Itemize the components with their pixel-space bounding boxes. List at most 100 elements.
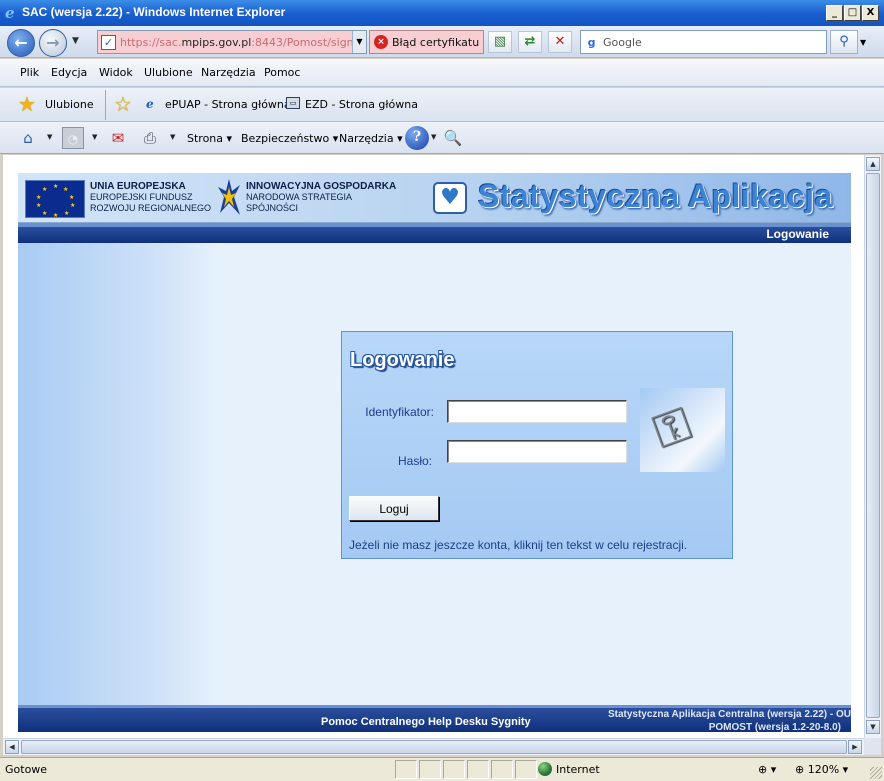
status-cell — [467, 760, 489, 779]
favorites-star-icon[interactable]: ★ — [18, 92, 36, 116]
help-desk-link[interactable]: Pomoc Centralnego Help Desku Sygnity — [321, 716, 531, 728]
back-button[interactable]: ← — [7, 29, 35, 57]
close-window-button[interactable]: X — [862, 5, 879, 21]
pomost-version-text: POMOST (wersja 1.2-20-8.0) — [708, 722, 841, 733]
identifier-input[interactable] — [447, 400, 627, 423]
home-dropdown-icon[interactable]: ▼ — [47, 133, 52, 141]
search-button[interactable]: ⚲ — [830, 30, 858, 54]
menu-edycja[interactable]: Edycja — [51, 66, 87, 79]
research-icon[interactable]: 🔍 — [442, 127, 464, 149]
mail-icon[interactable]: ✉ — [107, 127, 129, 149]
nav-bar: Logowanie — [18, 223, 851, 243]
ie-logo-icon: e — [5, 4, 15, 22]
address-dropdown-icon[interactable]: ▼ — [352, 31, 366, 53]
innovative-economy-text: INNOWACYJNA GOSPODARKA NARODOWA STRATEGI… — [246, 181, 396, 214]
app-logo-icon: ♥ — [433, 182, 467, 214]
search-options-dropdown-icon[interactable]: ▼ — [860, 38, 866, 47]
arrow-right-icon: → — [46, 33, 60, 52]
menu-pomoc[interactable]: Pomoc — [264, 66, 300, 79]
print-icon[interactable]: ⎙ — [139, 127, 161, 149]
menu-plik[interactable]: Plik — [20, 66, 39, 79]
content-area: Logowanie Identyfikator: Hasło: ⚿ Loguj … — [18, 243, 851, 705]
address-toolbar: ← → ▼ ✓ https://sac.mpips.gov.pl:8443/Po… — [0, 26, 884, 58]
menu-widok[interactable]: Widok — [99, 66, 133, 79]
security-menu-button[interactable]: Bezpieczeństwo ▾ — [241, 132, 338, 145]
scroll-up-icon[interactable]: ▲ — [866, 157, 880, 171]
horizontal-scroll-thumb[interactable] — [21, 740, 847, 754]
scroll-down-icon[interactable]: ▼ — [866, 720, 880, 734]
command-bar: ⌂ ▼ ◔ ▼ ✉ ⎙ ▼ Strona ▾ Bezpieczeństwo ▾ … — [0, 122, 884, 154]
vertical-scrollbar[interactable]: ▲ ▼ — [864, 155, 881, 738]
register-link[interactable]: Jeżeli nie masz jeszcze konta, kliknij t… — [349, 538, 687, 552]
app-title: Statystyczna Aplikacja — [478, 178, 833, 214]
magnifier-icon: ⚲ — [839, 34, 849, 49]
web-page: ★ ★ ★ ★ ★ ★ ★ ★ ★ ★ UNIA EUROPEJSKA EURO… — [18, 173, 851, 733]
vertical-scroll-thumb[interactable] — [866, 173, 880, 718]
rss-feed-icon[interactable]: ◔ — [62, 127, 84, 149]
eu-fund-text: UNIA EUROPEJSKA EUROPEJSKI FUNDUSZ ROZWO… — [90, 181, 211, 214]
menu-narzedzia[interactable]: Narzędzia — [201, 66, 256, 79]
status-cell — [395, 760, 417, 779]
eu-flag-icon: ★ ★ ★ ★ ★ ★ ★ ★ ★ ★ — [25, 180, 85, 219]
status-cell — [419, 760, 441, 779]
maximize-button[interactable]: □ — [844, 5, 861, 21]
add-favorite-icon[interactable]: ☆ — [114, 92, 132, 116]
status-cell — [491, 760, 513, 779]
forward-button[interactable]: → — [39, 29, 67, 57]
page-viewport: ★ ★ ★ ★ ★ ★ ★ ★ ★ ★ UNIA EUROPEJSKA EURO… — [3, 155, 864, 738]
eu-title: UNIA EUROPEJSKA — [90, 181, 186, 192]
stop-icon: ✕ — [554, 34, 566, 49]
menu-bar: Plik Edycja Widok Ulubione Narzędzia Pom… — [0, 59, 884, 87]
menu-ulubione[interactable]: Ulubione — [144, 66, 193, 79]
zoom-level: 120% — [807, 763, 840, 776]
eu-line-3: ROZWOJU REGIONALNEGO — [90, 203, 212, 213]
shield-error-icon: × — [374, 35, 388, 49]
tools-menu-label: Narzędzia — [339, 132, 394, 145]
scroll-left-icon[interactable]: ◀ — [5, 740, 19, 754]
help-dropdown-icon[interactable]: ▼ — [431, 133, 436, 141]
status-text: Gotowe — [5, 763, 48, 776]
zoom-control[interactable]: ⊕ 120% ▾ — [795, 763, 848, 776]
zone-label: Internet — [556, 763, 600, 776]
security-menu-label: Bezpieczeństwo — [241, 132, 330, 145]
login-panel: Logowanie Identyfikator: Hasło: ⚿ Loguj … — [341, 331, 733, 559]
scroll-right-icon[interactable]: ▶ — [848, 740, 862, 754]
certificate-error-button[interactable]: × Błąd certyfikatu — [369, 30, 484, 54]
innovative-economy-logo-icon — [218, 179, 240, 215]
favorites-button[interactable]: Ulubione — [45, 98, 94, 111]
protected-mode-icon[interactable]: ⊕ ▾ — [758, 763, 776, 776]
password-input[interactable] — [447, 440, 627, 463]
tools-menu-button[interactable]: Narzędzia ▾ — [339, 132, 403, 145]
url-rest: :8443/Pomost/signin.do — [251, 36, 352, 49]
resize-grip[interactable] — [870, 767, 882, 779]
print-dropdown-icon[interactable]: ▼ — [170, 133, 175, 141]
page-menu-button[interactable]: Strona ▾ — [187, 132, 232, 145]
help-icon[interactable]: ? — [405, 126, 429, 150]
security-zone[interactable]: Internet — [538, 762, 600, 776]
status-cell — [515, 760, 537, 779]
favorite-link-epuap[interactable]: ePUAP - Strona główna — [165, 98, 291, 111]
window-titlebar: e SAC (wersja 2.22) - Windows Internet E… — [0, 0, 884, 26]
stop-button[interactable]: ✕ — [548, 31, 572, 53]
address-input[interactable]: ✓ https://sac.mpips.gov.pl:8443/Pomost/s… — [97, 30, 367, 54]
history-dropdown-icon[interactable]: ▼ — [72, 36, 79, 46]
compatibility-view-button[interactable]: ▧ — [488, 31, 512, 53]
horizontal-scrollbar[interactable]: ◀ ▶ — [3, 738, 864, 755]
eu-line-2: EUROPEJSKI FUNDUSZ — [90, 192, 193, 202]
favorite-link-ezd[interactable]: EZD - Strona główna — [305, 98, 418, 111]
address-url[interactable]: https://sac.mpips.gov.pl:8443/Pomost/sig… — [120, 36, 352, 49]
identifier-label: Identyfikator: — [365, 405, 434, 419]
home-icon[interactable]: ⌂ — [17, 127, 39, 149]
toolbar-separator — [105, 90, 106, 120]
header-banner: ★ ★ ★ ★ ★ ★ ★ ★ ★ ★ UNIA EUROPEJSKA EURO… — [18, 173, 851, 223]
refresh-button[interactable]: ⇄ — [518, 31, 542, 53]
feeds-dropdown-icon[interactable]: ▼ — [92, 133, 97, 141]
search-input[interactable]: g Google — [580, 30, 827, 54]
arrow-left-icon: ← — [14, 33, 28, 52]
login-button[interactable]: Loguj — [349, 496, 439, 521]
favorites-bar: ★ Ulubione ☆ e ePUAP - Strona główna ▭ E… — [0, 88, 884, 122]
scrollbar-corner — [864, 738, 881, 755]
compatibility-icon: ▧ — [493, 34, 507, 49]
minimize-button[interactable]: _ — [826, 5, 843, 21]
epuap-favicon-icon: e — [146, 97, 154, 111]
